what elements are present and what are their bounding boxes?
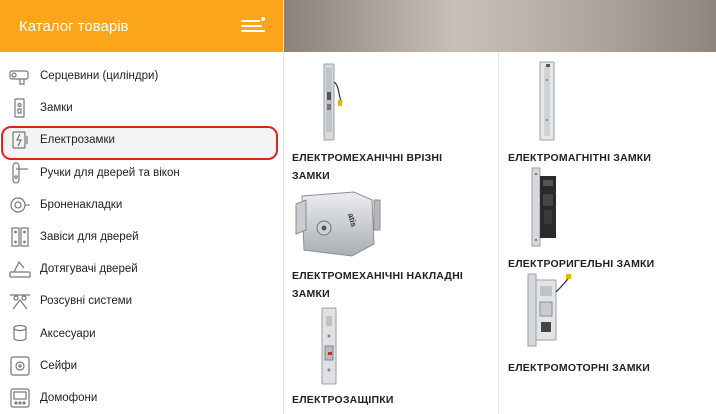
cylinder-icon xyxy=(8,64,32,88)
subcategory-electric-strikes[interactable]: ЕЛЕКТРОЗАЩІПКИ xyxy=(292,306,492,409)
header-banner xyxy=(284,0,716,52)
category-label: Електрозамки xyxy=(40,134,115,147)
category-item-locks[interactable]: Замки xyxy=(0,92,283,124)
subcategory-label: ЕЛЕКТРОМАГНІТНІ ЗАМКИ xyxy=(508,152,652,164)
hinge-icon xyxy=(8,225,32,249)
door-handle-icon xyxy=(8,161,32,185)
category-item-door-closers[interactable]: Дотягувачі дверей xyxy=(0,253,283,285)
subcategory-label: ЕЛЕКТРОЗАЩІПКИ xyxy=(292,394,394,406)
category-label: Аксесуари xyxy=(40,327,96,340)
category-item-intercoms[interactable]: Домофони xyxy=(0,382,283,414)
subcategory-label-line2: ЗАМКИ xyxy=(292,170,330,182)
mortise-lock-image xyxy=(323,63,343,141)
subcategory-label: ЕЛЕКТРОМЕХАНІЧНІ ВРІЗНІ xyxy=(292,152,443,164)
category-label: Завіси для дверей xyxy=(40,231,139,244)
door-closer-icon xyxy=(8,257,32,281)
category-label: Замки xyxy=(40,102,73,115)
subcategory-label: ЕЛЕКТРОРИГЕЛЬНІ ЗАМКИ xyxy=(508,258,655,270)
subcategory-electromechanical-mortise[interactable]: ЕЛЕКТРОМЕХАНІЧНІ ВРІЗНІ ЗАМКИ xyxy=(292,62,492,185)
electrobolt-lock-image xyxy=(531,167,556,247)
category-item-hinges[interactable]: Завіси для дверей xyxy=(0,221,283,253)
catalog-sidebar: Каталог товарів Серцевини (циліндри) Зам… xyxy=(0,0,284,414)
category-item-safes[interactable]: Сейфи xyxy=(0,350,283,382)
subcategory-electromechanical-rim[interactable]: atis ЕЛЕКТРОМЕХАНІЧНІ НАКЛАДНІ ЗАМКИ xyxy=(292,190,498,303)
electromotor-lock-image xyxy=(527,273,571,347)
subcategory-electromagnetic[interactable]: ЕЛЕКТРОМАГНІТНІ ЗАМКИ xyxy=(508,60,708,167)
category-label: Розсувні системи xyxy=(40,295,133,308)
subcategory-label-line2: ЗАМКИ xyxy=(292,288,330,300)
category-label: Ручки для дверей та вікон xyxy=(40,166,180,179)
menu-toggle-icon[interactable] xyxy=(241,17,265,35)
electromagnetic-lock-image xyxy=(539,61,555,141)
electric-lock-icon xyxy=(8,128,32,152)
category-label: Сейфи xyxy=(40,359,78,372)
category-item-accessories[interactable]: Аксесуари xyxy=(0,318,283,350)
category-item-sliding-systems[interactable]: Розсувні системи xyxy=(0,285,283,317)
intercom-icon xyxy=(8,386,32,410)
subcategory-electromotor[interactable]: ЕЛЕКТРОМОТОРНІ ЗАМКИ xyxy=(508,272,708,377)
category-item-electric-locks[interactable]: Електрозамки xyxy=(0,124,283,161)
subcategory-electrobolt[interactable]: ЕЛЕКТРОРИГЕЛЬНІ ЗАМКИ xyxy=(508,166,708,273)
column-divider xyxy=(498,52,499,414)
safe-icon xyxy=(8,354,32,378)
category-item-door-handles[interactable]: Ручки для дверей та вікон xyxy=(0,157,283,189)
accessories-icon xyxy=(8,322,32,346)
subcategory-label: ЕЛЕКТРОМЕХАНІЧНІ НАКЛАДНІ xyxy=(292,270,464,282)
rim-lock-image: atis xyxy=(295,191,381,257)
lock-icon xyxy=(8,96,32,120)
catalog-header: Каталог товарів xyxy=(0,0,283,52)
subcategory-panel: ЕЛЕКТРОМЕХАНІЧНІ ВРІЗНІ ЗАМКИ atis ЕЛЕКТ… xyxy=(284,52,716,414)
category-label: Броненакладки xyxy=(40,198,123,211)
category-label: Серцевини (циліндри) xyxy=(40,70,159,83)
category-label: Домофони xyxy=(40,391,98,404)
category-label: Дотягувачі дверей xyxy=(40,263,138,276)
category-item-cylinders[interactable]: Серцевини (циліндри) xyxy=(0,60,283,92)
category-item-armor-plates[interactable]: Броненакладки xyxy=(0,189,283,221)
category-list: Серцевини (циліндри) Замки Електрозамки … xyxy=(0,60,283,414)
armor-plate-icon xyxy=(8,193,32,217)
catalog-title: Каталог товарів xyxy=(19,17,129,35)
subcategory-label: ЕЛЕКТРОМОТОРНІ ЗАМКИ xyxy=(508,362,651,374)
sliding-system-icon xyxy=(8,289,32,313)
electric-strike-image xyxy=(321,307,337,385)
